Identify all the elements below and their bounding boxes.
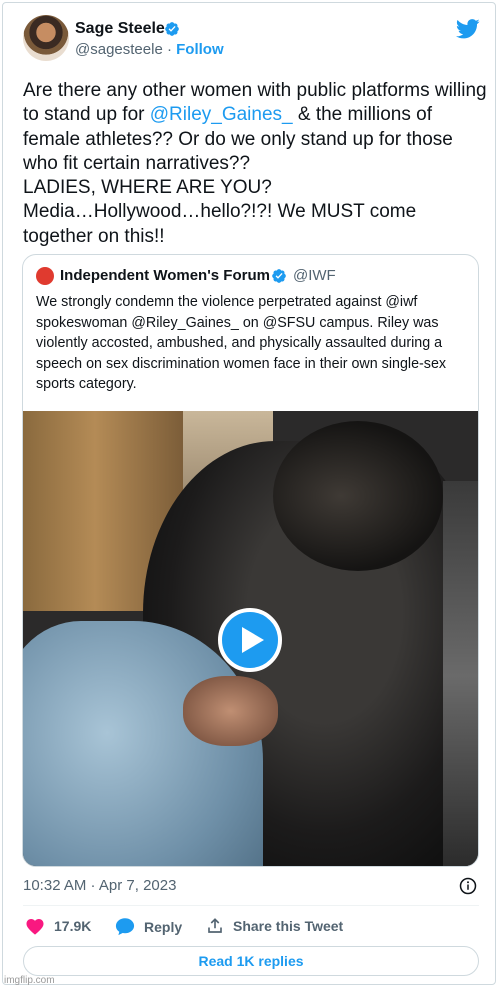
reply-button[interactable]: Reply — [115, 917, 182, 936]
info-icon[interactable] — [459, 877, 477, 895]
like-button[interactable]: 17.9K — [25, 917, 91, 935]
mention-link[interactable]: @Riley_Gaines_ — [150, 104, 293, 125]
divider — [23, 905, 479, 906]
author-handle[interactable]: @sagesteele — [75, 41, 163, 58]
quoted-tweet[interactable]: Independent Women's Forum @IWF We strong… — [22, 254, 479, 867]
read-replies-button[interactable]: Read 1K replies — [23, 946, 479, 976]
quote-author-handle[interactable]: @IWF — [293, 267, 336, 284]
reply-icon — [115, 918, 135, 936]
play-button[interactable] — [218, 608, 282, 672]
watermark: imgflip.com — [4, 975, 55, 986]
twitter-bird-icon[interactable] — [456, 19, 480, 39]
handle-separator: · — [162, 41, 177, 58]
tweet-card: Sage Steele @sagesteele · Follow Are the… — [2, 2, 496, 985]
tweet-text-part: & the millions of female athletes?? Or d… — [23, 104, 453, 247]
verified-icon — [272, 269, 286, 283]
tweet-timestamp[interactable]: 10:32 AM · Apr 7, 2023 — [23, 877, 176, 894]
tweet-text: Are there any other women with public pl… — [23, 79, 488, 249]
quote-text: We strongly condemn the violence perpetr… — [36, 294, 447, 392]
author-name[interactable]: Sage Steele — [75, 20, 165, 38]
quote-author-name[interactable]: Independent Women's Forum — [60, 267, 270, 284]
video-thumbnail[interactable] — [23, 411, 478, 866]
share-icon — [208, 918, 222, 933]
heart-icon — [26, 919, 44, 935]
avatar[interactable] — [23, 15, 69, 61]
video-frame-region — [183, 676, 278, 746]
author-handle-row: @sagesteele · Follow — [75, 41, 224, 58]
play-icon — [242, 627, 264, 653]
video-frame-region — [443, 481, 478, 866]
reply-label: Reply — [144, 918, 183, 935]
video-frame-region — [273, 421, 443, 571]
share-button[interactable]: Share this Tweet — [206, 917, 343, 935]
follow-link[interactable]: Follow — [176, 41, 224, 58]
quote-avatar[interactable] — [36, 267, 54, 285]
verified-icon — [165, 22, 179, 36]
share-label: Share this Tweet — [233, 918, 344, 934]
like-count: 17.9K — [54, 918, 92, 934]
